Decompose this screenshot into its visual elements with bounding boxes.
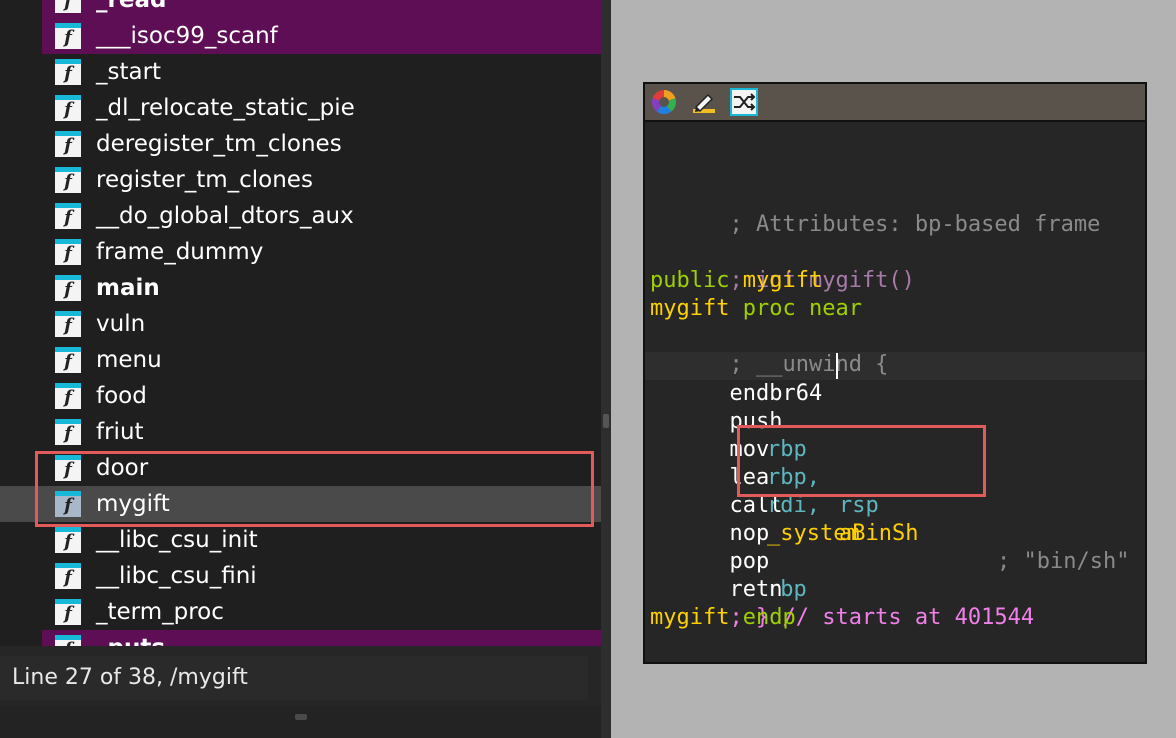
function-row-dl-relocate-static-pie[interactable]: f _dl_relocate_static_pie <box>0 90 601 126</box>
function-icon: f <box>55 0 81 13</box>
function-icon: f <box>55 239 81 265</box>
function-icon: f <box>55 491 81 517</box>
asm-push-line[interactable]: push rbp <box>650 380 806 462</box>
function-row-isoc99-scanf[interactable]: f ___isoc99_scanf <box>42 18 601 54</box>
public-keyword: public <box>650 268 730 293</box>
proc-keyword: proc near <box>742 296 862 321</box>
status-text: Line 27 of 38, /mygift <box>12 665 248 690</box>
asm-proc-line: mygift proc near <box>650 295 862 323</box>
function-icon: f <box>55 419 81 445</box>
asm-nop-line[interactable]: nop <box>650 492 769 546</box>
function-name: _read <box>96 0 167 13</box>
function-name: main <box>96 275 160 301</box>
function-row-register-tm-clones[interactable]: f register_tm_clones <box>0 162 601 198</box>
function-name: frame_dummy <box>96 239 264 265</box>
function-row-term-proc[interactable]: f _term_proc <box>0 594 601 630</box>
function-row-libc-csu-fini[interactable]: f __libc_csu_fini <box>0 558 601 594</box>
function-name: door <box>96 455 149 481</box>
asm-pop-line[interactable]: pop rbp <box>650 520 806 602</box>
push-operand[interactable]: rbp <box>767 436 807 464</box>
function-icon: f <box>55 275 81 301</box>
splitter-grip-icon[interactable] <box>603 414 609 428</box>
asm-lea-line[interactable]: lea rdi, aBinSh ; "bin/sh" <box>650 436 1129 574</box>
function-name: _dl_relocate_static_pie <box>96 95 355 121</box>
function-row-food[interactable]: f food <box>0 378 601 414</box>
function-icon: f <box>55 59 81 85</box>
public-symbol[interactable]: mygift <box>743 268 822 293</box>
asm-public-line: public mygift <box>650 267 822 295</box>
asm-end-comment-line: ; } // starts at 401544 <box>650 576 1034 630</box>
function-row-menu[interactable]: f menu <box>0 342 601 378</box>
function-row-main[interactable]: f main <box>0 270 601 306</box>
function-icon: f <box>55 347 81 373</box>
function-row-do-global-dtors-aux[interactable]: f __do_global_dtors_aux <box>0 198 601 234</box>
function-row-friut[interactable]: f friut <box>0 414 601 450</box>
function-name: ___isoc99_scanf <box>96 23 278 49</box>
function-name: __libc_csu_fini <box>96 563 257 589</box>
function-name: _puts <box>96 630 165 646</box>
attributes-comment: ; Attributes: bp-based frame <box>729 212 1101 237</box>
asm-attributes-comment: ; Attributes: bp-based frame <box>650 183 1100 237</box>
asm-retn-line[interactable]: retn <box>650 548 782 602</box>
function-icon: f <box>55 455 81 481</box>
function-icon: f <box>55 131 81 157</box>
endp-symbol[interactable]: mygift <box>650 605 729 630</box>
asm-prototype-comment: ; int mygift() <box>650 239 914 293</box>
function-row-vuln[interactable]: f vuln <box>0 306 601 342</box>
function-name: mygift <box>96 491 170 517</box>
function-name: _start <box>96 59 162 85</box>
function-icon: f <box>55 383 81 409</box>
function-row-frame-dummy[interactable]: f frame_dummy <box>0 234 601 270</box>
edit-pencil-icon[interactable] <box>690 88 718 116</box>
node-titlebar[interactable] <box>645 84 1145 122</box>
function-row-door[interactable]: f door <box>0 450 601 486</box>
function-icon: f <box>55 599 81 625</box>
graph-layout-icon[interactable] <box>730 88 758 116</box>
function-icon: f <box>55 167 81 193</box>
asm-endp-line: mygift endp <box>650 604 796 632</box>
function-icon: f <box>55 527 81 553</box>
functions-list[interactable]: f _read f ___isoc99_scanf f _start f _dl_reloca… <box>0 0 601 646</box>
asm-unwind-line: ; __unwind { <box>650 323 888 377</box>
proc-symbol[interactable]: mygift <box>650 296 729 321</box>
function-name: menu <box>96 347 162 373</box>
call-target[interactable]: _system <box>767 520 860 548</box>
function-icon: f <box>55 311 81 337</box>
function-row-deregister-tm-clones[interactable]: f deregister_tm_clones <box>0 126 601 162</box>
function-name: deregister_tm_clones <box>96 131 342 157</box>
bottom-resize-strip[interactable] <box>0 706 601 738</box>
function-icon: f <box>55 95 81 121</box>
function-name: vuln <box>96 311 146 337</box>
asm-endbr-line[interactable]: endbr64 <box>650 352 822 406</box>
asm-call-line[interactable]: call _system <box>650 464 859 546</box>
function-row-start[interactable]: f _start <box>0 54 601 90</box>
functions-panel: f _read f ___isoc99_scanf f _start f _dl_reloca… <box>0 0 611 738</box>
function-row-mygift[interactable]: f mygift <box>0 486 601 522</box>
function-name: register_tm_clones <box>96 167 313 193</box>
function-row-libc-csu-init[interactable]: f __libc_csu_init <box>0 522 601 558</box>
function-name: friut <box>96 419 144 445</box>
function-name: _term_proc <box>96 599 224 625</box>
function-icon: f <box>55 563 81 589</box>
functions-status-bar: Line 27 of 38, /mygift <box>0 656 588 700</box>
function-icon: f <box>55 203 81 229</box>
function-icon: f <box>55 23 81 49</box>
text-caret <box>836 353 838 379</box>
color-wheel-icon[interactable] <box>650 88 678 116</box>
function-name: food <box>96 383 147 409</box>
lea-string-comment: ; "bin/sh" <box>997 549 1130 574</box>
asm-mov-line[interactable]: mov rbp, rsp <box>650 408 878 518</box>
vertical-splitter[interactable] <box>601 0 611 738</box>
resize-grip-icon[interactable] <box>295 714 307 720</box>
disassembly-node[interactable]: ; Attributes: bp-based frame ; int mygif… <box>643 82 1147 664</box>
mov-operand-2[interactable]: rsp <box>839 492 879 520</box>
function-name: __do_global_dtors_aux <box>96 203 354 229</box>
function-row-read[interactable]: f _read <box>42 0 601 18</box>
function-icon: f <box>55 635 81 646</box>
endp-keyword: endp <box>742 605 796 630</box>
function-name: __libc_csu_init <box>96 527 258 553</box>
function-row-puts[interactable]: f _puts <box>42 630 601 646</box>
